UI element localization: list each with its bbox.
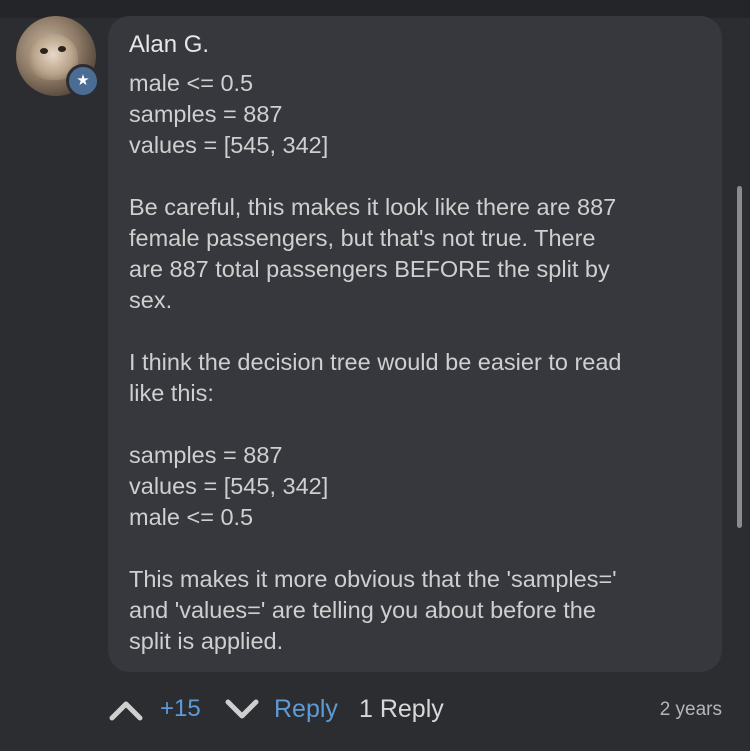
- avatar-eye-left: [40, 48, 48, 54]
- vote-score: +15: [160, 695, 201, 722]
- comment-paragraph: Be careful, this makes it look like ther…: [129, 194, 617, 313]
- author-name[interactable]: Alan G.: [129, 30, 209, 60]
- comment-paragraph: This makes it more obvious that the 'sam…: [129, 566, 617, 654]
- reply-button[interactable]: Reply: [274, 693, 338, 725]
- chevron-down-icon[interactable]: [224, 694, 260, 724]
- avatar-eye-right: [58, 46, 66, 52]
- chevron-up-icon[interactable]: [108, 694, 144, 724]
- timestamp: 2 years: [659, 699, 722, 720]
- comment-actions: +15 Reply 1 Reply 2 years: [108, 688, 722, 732]
- comment-screen: ★ Alan G. male <= 0.5 samples = 887 valu…: [0, 0, 750, 751]
- view-replies-link[interactable]: 1 Reply: [359, 693, 444, 725]
- star-icon: ★: [66, 64, 100, 98]
- comment-paragraph: I think the decision tree would be easie…: [129, 349, 622, 406]
- comment-paragraph: male <= 0.5 samples = 887 values = [545,…: [129, 70, 329, 158]
- comment-bubble: Alan G. male <= 0.5 samples = 887 values…: [108, 16, 722, 672]
- comment-paragraph: samples = 887 values = [545, 342] male <…: [129, 442, 329, 530]
- scrollbar[interactable]: [737, 186, 742, 528]
- comment-body: male <= 0.5 samples = 887 values = [545,…: [129, 68, 719, 657]
